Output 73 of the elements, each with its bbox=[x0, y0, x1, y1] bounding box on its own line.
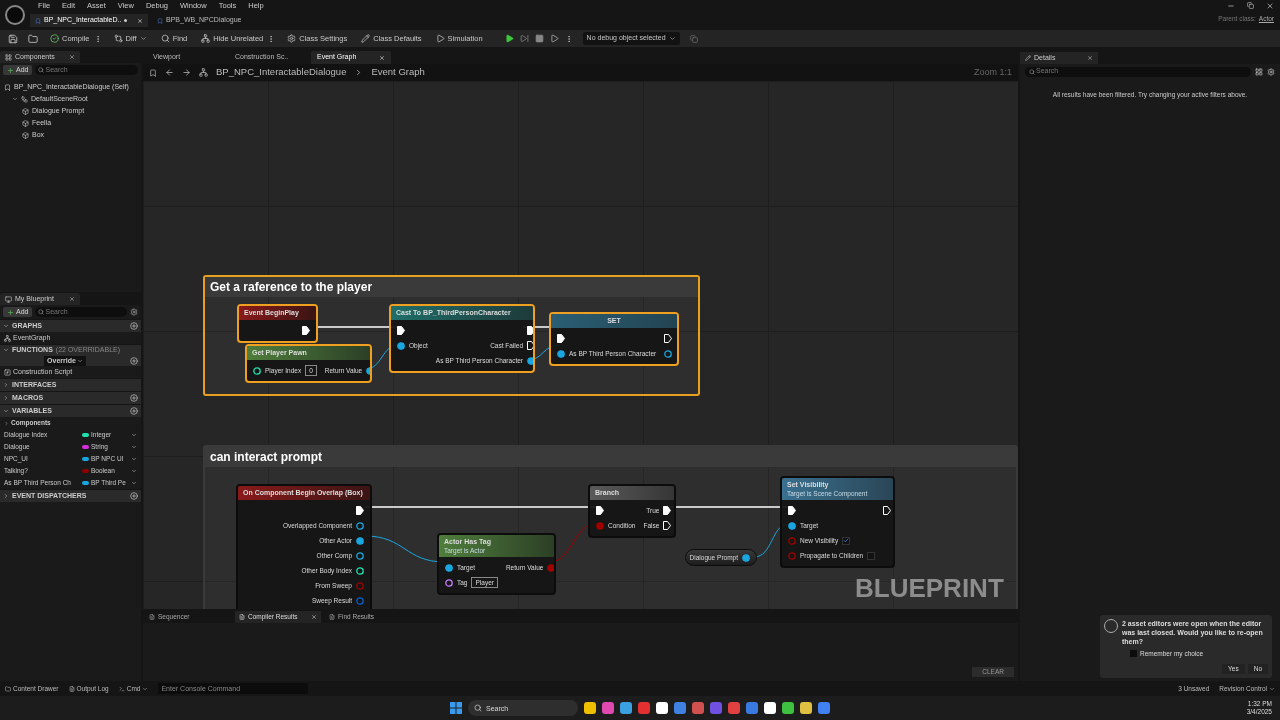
engine-logo-icon bbox=[5, 5, 25, 25]
document-icon bbox=[329, 614, 335, 620]
app-icon[interactable] bbox=[764, 702, 776, 714]
app-icon[interactable] bbox=[620, 702, 632, 714]
add-icon[interactable] bbox=[130, 356, 138, 365]
component-icon bbox=[22, 119, 29, 127]
close-icon[interactable] bbox=[69, 54, 75, 60]
play-icon[interactable] bbox=[549, 34, 559, 43]
settings-icon[interactable] bbox=[1267, 67, 1275, 76]
app-icon[interactable] bbox=[800, 702, 812, 714]
folder-icon bbox=[5, 685, 11, 692]
add-icon[interactable] bbox=[130, 394, 138, 402]
close-icon[interactable] bbox=[1266, 2, 1274, 10]
restore-icon[interactable] bbox=[1247, 2, 1254, 9]
app-icon[interactable] bbox=[782, 702, 794, 714]
component-icon bbox=[22, 107, 29, 115]
search-icon bbox=[474, 704, 482, 712]
document-icon bbox=[239, 614, 245, 620]
chevron-icon bbox=[668, 35, 676, 42]
chevron-icon bbox=[76, 357, 83, 364]
close-icon[interactable] bbox=[1087, 55, 1093, 61]
checkbox[interactable] bbox=[842, 536, 851, 545]
graph-icon bbox=[199, 68, 208, 77]
step-icon[interactable] bbox=[519, 34, 529, 43]
breadcrumb-item[interactable]: BP_NPC_InteractableDialogue bbox=[216, 65, 347, 80]
pencil-icon bbox=[1025, 55, 1031, 61]
plus-icon bbox=[7, 308, 14, 316]
add-icon[interactable] bbox=[130, 407, 138, 415]
windows-start-icon[interactable] bbox=[450, 702, 462, 714]
comment-title: Get a raference to the player bbox=[210, 279, 373, 296]
terminal-icon bbox=[118, 685, 125, 692]
search-icon bbox=[1029, 68, 1035, 75]
app-icon[interactable] bbox=[656, 702, 668, 714]
chevron-icon bbox=[139, 35, 147, 42]
component-icon bbox=[22, 131, 29, 139]
back-icon[interactable] bbox=[165, 68, 174, 77]
add-icon[interactable] bbox=[130, 322, 138, 330]
document-icon bbox=[68, 685, 75, 692]
close-icon[interactable] bbox=[69, 296, 75, 302]
close-icon[interactable] bbox=[311, 614, 317, 620]
save-icon[interactable] bbox=[8, 33, 18, 44]
chevron-icon bbox=[142, 685, 149, 692]
table-view-icon[interactable] bbox=[1255, 67, 1263, 76]
components-icon bbox=[5, 53, 12, 61]
function-icon bbox=[4, 368, 11, 376]
check-icon bbox=[50, 34, 59, 43]
folder-icon[interactable] bbox=[28, 33, 38, 44]
play-icon[interactable] bbox=[504, 34, 514, 43]
play-icon bbox=[435, 34, 445, 43]
settings-icon[interactable] bbox=[130, 308, 138, 316]
breadcrumb-item[interactable]: Event Graph bbox=[371, 65, 425, 80]
graph-type-label: BLUEPRINT bbox=[855, 572, 1004, 605]
pencil-icon bbox=[361, 34, 371, 43]
bookmark-icon[interactable] bbox=[149, 68, 157, 77]
checkbox[interactable] bbox=[1130, 650, 1137, 658]
stop-icon[interactable] bbox=[534, 34, 544, 43]
forward-icon[interactable] bbox=[182, 68, 191, 77]
search-icon bbox=[38, 67, 45, 73]
nodes-icon bbox=[201, 34, 211, 43]
chevron-icon bbox=[1269, 685, 1275, 692]
checkbox[interactable] bbox=[867, 551, 876, 560]
minimize-icon[interactable] bbox=[1227, 2, 1235, 10]
document-icon bbox=[149, 614, 155, 620]
search-icon bbox=[160, 34, 170, 43]
compare-icon bbox=[113, 34, 123, 43]
plus-icon bbox=[7, 66, 14, 74]
settings-icon bbox=[287, 34, 297, 43]
zoom-label: Zoom 1:1 bbox=[973, 65, 1012, 79]
add-icon[interactable] bbox=[130, 492, 138, 500]
comment-title: can interact prompt bbox=[210, 449, 323, 466]
graph-icon bbox=[4, 334, 11, 342]
search-icon bbox=[38, 309, 45, 315]
app-icon[interactable] bbox=[584, 702, 596, 714]
